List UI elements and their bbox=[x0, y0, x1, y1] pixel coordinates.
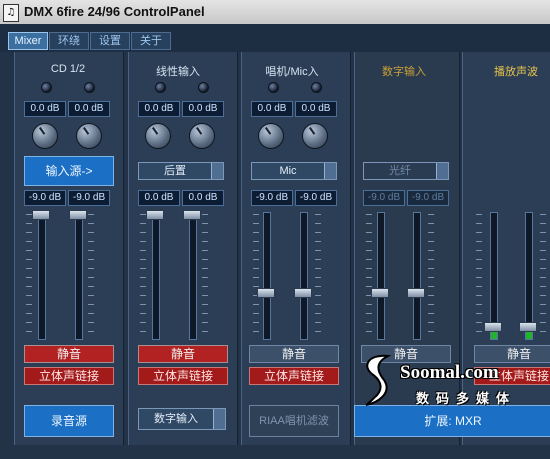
window-title: DMX 6fire 24/96 ControlPanel bbox=[24, 4, 205, 19]
gain-knob-right[interactable] bbox=[76, 123, 102, 149]
tab-settings[interactable]: 设置 bbox=[90, 32, 130, 50]
mute-button-phono[interactable]: 静音 bbox=[249, 345, 339, 363]
riaa-filter-button[interactable]: RIAA唱机滤波 bbox=[249, 405, 339, 437]
mute-button-line[interactable]: 静音 bbox=[138, 345, 228, 363]
fader-scale bbox=[428, 214, 434, 336]
clip-led-right bbox=[311, 82, 322, 93]
title-bar: ♫ DMX 6fire 24/96 ControlPanel bbox=[0, 0, 550, 25]
clip-led-left bbox=[155, 82, 166, 93]
fader-handle-left[interactable] bbox=[484, 322, 502, 332]
fader-readout-left: -9.0 dB bbox=[251, 190, 293, 206]
gain-readout-left: 0.0 dB bbox=[251, 101, 293, 117]
fader-handle-right[interactable] bbox=[407, 288, 425, 298]
fader-scale bbox=[88, 214, 94, 336]
fader-track-left bbox=[152, 212, 160, 340]
digital-input-select-value: 光纤 bbox=[389, 165, 411, 177]
digital-record-select[interactable]: 数字输入 bbox=[138, 408, 226, 430]
line-input-select[interactable]: 后置 bbox=[138, 162, 224, 180]
channel-name-playback: 播放声波 bbox=[494, 66, 538, 78]
fader-readout-left: -9.0 dB bbox=[24, 190, 66, 206]
soomal-logo-icon bbox=[365, 354, 392, 406]
chevron-down-icon bbox=[436, 163, 448, 179]
watermark: Soomal.com 数码多媒体 bbox=[356, 352, 550, 407]
chevron-down-icon bbox=[211, 163, 223, 179]
fader-scale bbox=[476, 214, 482, 336]
app-icon[interactable]: ♫ bbox=[3, 4, 19, 22]
digital-input-select[interactable]: 光纤 bbox=[363, 162, 449, 180]
line-input-select-value: 后置 bbox=[164, 165, 186, 177]
watermark-subtitle: 数码多媒体 bbox=[416, 392, 517, 407]
fader-track-right bbox=[189, 212, 197, 340]
chevron-down-icon bbox=[324, 163, 336, 179]
channel-name-digital: 数字输入 bbox=[382, 66, 426, 78]
fader-scale bbox=[366, 214, 372, 336]
fader-handle-right[interactable] bbox=[69, 210, 87, 220]
fader-track-left bbox=[38, 212, 46, 340]
fader-handle-right[interactable] bbox=[183, 210, 201, 220]
fader-handle-left[interactable] bbox=[32, 210, 50, 220]
fader-handle-left[interactable] bbox=[257, 288, 275, 298]
channel-name-phono: 唱机/Mic入 bbox=[265, 66, 319, 78]
fader-scale bbox=[315, 214, 321, 336]
stereo-link-button-line[interactable]: 立体声链接 bbox=[138, 367, 228, 385]
fader-track-right bbox=[75, 212, 83, 340]
fader-track-right bbox=[300, 212, 308, 340]
input-source-button[interactable]: 输入源-> bbox=[24, 156, 114, 186]
fader-scale bbox=[202, 214, 208, 336]
channel-name-line: 线性输入 bbox=[156, 66, 200, 78]
stereo-link-button-cd[interactable]: 立体声链接 bbox=[24, 367, 114, 385]
stereo-link-button-phono[interactable]: 立体声链接 bbox=[249, 367, 339, 385]
fader-readout-left: -9.0 dB bbox=[363, 190, 405, 206]
fader-handle-left[interactable] bbox=[371, 288, 389, 298]
phono-input-select-value: Mic bbox=[279, 165, 297, 177]
fader-track-right bbox=[413, 212, 421, 340]
fader-track-left bbox=[263, 212, 271, 340]
fader-scale bbox=[253, 214, 259, 336]
tab-surround[interactable]: 环绕 bbox=[49, 32, 89, 50]
gain-readout-left: 0.0 dB bbox=[138, 101, 180, 117]
fader-scale bbox=[140, 214, 146, 336]
gain-readout-right: 0.0 dB bbox=[295, 101, 337, 117]
tab-about[interactable]: 关于 bbox=[131, 32, 171, 50]
digital-record-select-value: 数字输入 bbox=[154, 413, 198, 425]
gain-knob-left[interactable] bbox=[32, 123, 58, 149]
playback-meter-left bbox=[490, 212, 498, 340]
clip-led-left bbox=[41, 82, 52, 93]
tab-mixer[interactable]: Mixer bbox=[8, 32, 48, 50]
fader-track-left bbox=[377, 212, 385, 340]
clip-led-left bbox=[268, 82, 279, 93]
fader-readout-left: 0.0 dB bbox=[138, 190, 180, 206]
gain-readout-right: 0.0 dB bbox=[182, 101, 224, 117]
playback-meter-right bbox=[525, 212, 533, 340]
gain-readout-right: 0.0 dB bbox=[68, 101, 110, 117]
fader-handle-left[interactable] bbox=[146, 210, 164, 220]
gain-knob-left[interactable] bbox=[258, 123, 284, 149]
fader-readout-right: 0.0 dB bbox=[182, 190, 224, 206]
gain-knob-right[interactable] bbox=[189, 123, 215, 149]
mute-button-cd[interactable]: 静音 bbox=[24, 345, 114, 363]
tab-bar: Mixer 环绕 设置 关于 bbox=[0, 24, 550, 52]
channel-name-cd: CD 1/2 bbox=[50, 63, 86, 75]
expand-mxr-button[interactable]: 扩展: MXR bbox=[354, 405, 550, 437]
fader-scale bbox=[26, 214, 32, 336]
watermark-brand: Soomal.com bbox=[400, 362, 499, 383]
fader-readout-right: -9.0 dB bbox=[407, 190, 449, 206]
fader-handle-right[interactable] bbox=[519, 322, 537, 332]
gain-knob-right[interactable] bbox=[302, 123, 328, 149]
clip-led-right bbox=[84, 82, 95, 93]
phono-input-select[interactable]: Mic bbox=[251, 162, 337, 180]
chevron-down-icon bbox=[213, 409, 225, 429]
fader-readout-right: -9.0 dB bbox=[295, 190, 337, 206]
fader-scale bbox=[540, 214, 546, 336]
gain-knob-left[interactable] bbox=[145, 123, 171, 149]
gain-readout-left: 0.0 dB bbox=[24, 101, 66, 117]
record-source-button[interactable]: 录音源 bbox=[24, 405, 114, 437]
clip-led-right bbox=[198, 82, 209, 93]
fader-readout-right: -9.0 dB bbox=[68, 190, 110, 206]
fader-handle-right[interactable] bbox=[294, 288, 312, 298]
